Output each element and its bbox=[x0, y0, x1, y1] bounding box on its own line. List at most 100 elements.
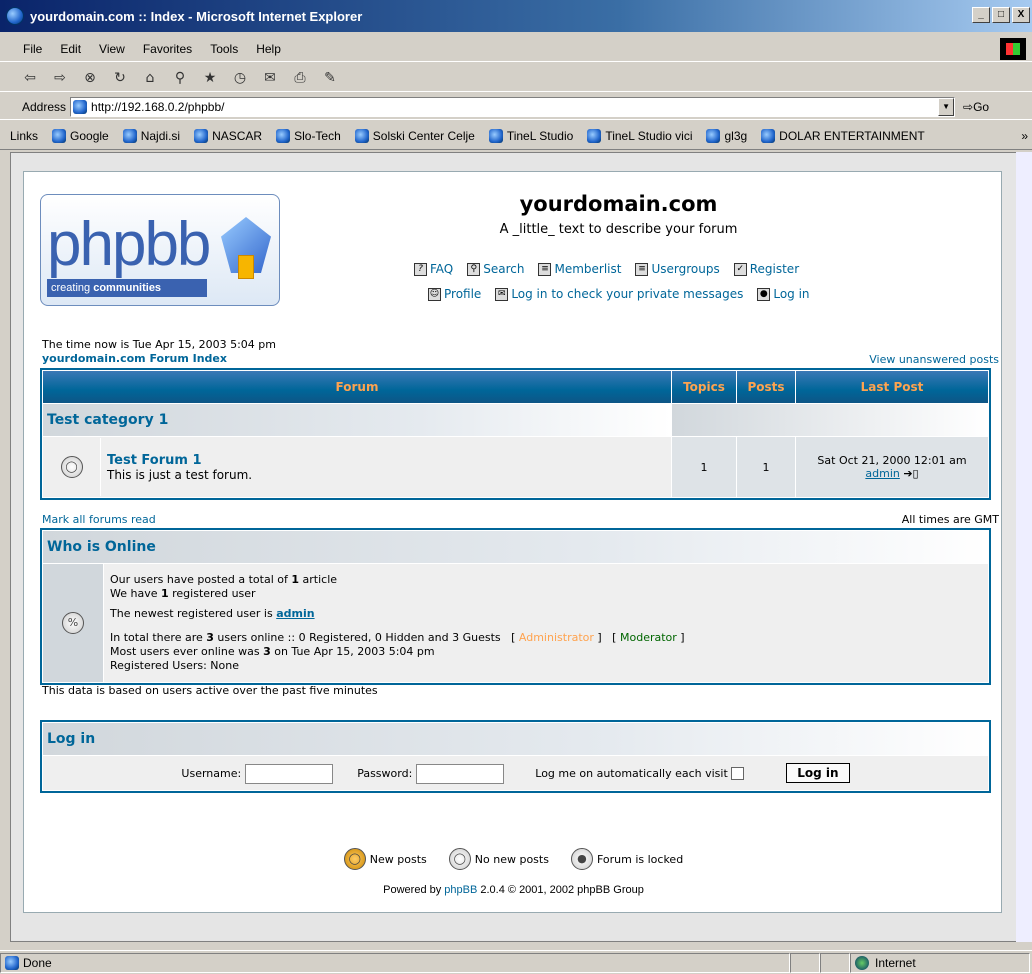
page-icon bbox=[73, 99, 88, 114]
search-icon: ⚲ bbox=[467, 262, 481, 276]
go-button[interactable]: ⇨Go bbox=[963, 100, 989, 114]
who-online-table: Who is Online % Our users have posted a … bbox=[40, 528, 991, 685]
edit-icon[interactable]: ✎ bbox=[320, 70, 340, 86]
address-input[interactable]: http://192.168.0.2/phpbb/ ▼ bbox=[70, 96, 956, 117]
topics-count: 1 bbox=[672, 437, 736, 497]
nav-faq[interactable]: ? FAQ bbox=[414, 262, 453, 276]
minimize-button[interactable]: _ bbox=[972, 7, 990, 23]
forum-name[interactable]: Test Forum 1 bbox=[107, 453, 252, 468]
forum-table: Forum Topics Posts Last Post Test catego… bbox=[40, 368, 991, 500]
powered-by: Powered by phpBB 2.0.4 © 2001, 2002 phpB… bbox=[383, 884, 644, 896]
close-button[interactable]: X bbox=[1012, 7, 1030, 23]
locked-icon: ● bbox=[570, 848, 593, 870]
favorites-icon[interactable]: ★ bbox=[200, 70, 220, 86]
page-icon bbox=[5, 955, 19, 970]
address-dropdown-icon[interactable]: ▼ bbox=[938, 97, 955, 116]
nav-memberlist[interactable]: ≡ Memberlist bbox=[538, 262, 621, 276]
menu-file[interactable]: File bbox=[14, 42, 51, 56]
link-tinel-vici[interactable]: TineL Studio vici bbox=[587, 128, 692, 143]
menu-help[interactable]: Help bbox=[247, 42, 290, 56]
menu-favorites[interactable]: Favorites bbox=[134, 42, 201, 56]
address-url: http://192.168.0.2/phpbb/ bbox=[91, 99, 225, 114]
logo-tagline: creating communities bbox=[47, 279, 207, 297]
nav-pm[interactable]: ✉ Log in to check your private messages bbox=[495, 287, 743, 301]
who-online-icon-cell: % bbox=[43, 564, 103, 682]
last-post-user[interactable]: admin bbox=[865, 467, 899, 480]
timezone-note: All times are GMT bbox=[901, 513, 999, 526]
forum-page: phpbb creating communities yourdomain.co… bbox=[23, 171, 1002, 913]
category-row: Test category 1 bbox=[43, 404, 671, 436]
password-label: Password: bbox=[357, 766, 413, 780]
print-icon[interactable]: ⎙ bbox=[290, 70, 310, 86]
vertical-scrollbar[interactable] bbox=[1016, 152, 1032, 942]
forum-row: ◯ Test Forum 1 This is just a test forum… bbox=[43, 437, 671, 497]
view-latest-post-icon[interactable]: ➔▯ bbox=[903, 467, 918, 480]
nav-login[interactable]: ● Log in bbox=[757, 287, 810, 301]
current-time: The time now is Tue Apr 15, 2003 5:04 pm bbox=[42, 338, 276, 351]
pm-icon: ✉ bbox=[495, 287, 509, 301]
maximize-button[interactable]: □ bbox=[992, 7, 1010, 23]
back-icon[interactable]: ⇦ bbox=[20, 70, 40, 86]
menu-edit[interactable]: Edit bbox=[51, 42, 90, 56]
registered-users: Registered Users: None bbox=[110, 659, 239, 672]
nav-register[interactable]: ✓ Register bbox=[733, 262, 799, 276]
browser-window: yourdomain.com :: Index - Microsoft Inte… bbox=[0, 0, 1032, 974]
unanswered-link[interactable]: View unanswered posts bbox=[869, 353, 999, 366]
menu-view[interactable]: View bbox=[90, 42, 134, 56]
link-gl3g[interactable]: gl3g bbox=[706, 128, 747, 143]
link-solski[interactable]: Solski Center Celje bbox=[354, 128, 475, 143]
nav-usergroups[interactable]: ≡ Usergroups bbox=[635, 262, 720, 276]
login-icon: ● bbox=[757, 287, 771, 301]
col-last-post: Last Post bbox=[796, 371, 988, 403]
legend-new: ◯ New posts bbox=[343, 848, 427, 870]
window-title: yourdomain.com :: Index - Microsoft Inte… bbox=[30, 8, 363, 24]
address-label: Address bbox=[22, 99, 67, 114]
autologin-checkbox[interactable] bbox=[731, 767, 745, 780]
administrator-legend: Administrator bbox=[518, 631, 594, 644]
home-icon[interactable]: ⌂ bbox=[140, 70, 160, 86]
profile-icon: ☺ bbox=[428, 287, 441, 301]
based-on-note: This data is based on users active over … bbox=[42, 684, 378, 697]
mark-read-link[interactable]: Mark all forums read bbox=[42, 513, 156, 526]
newest-user-link[interactable]: admin bbox=[276, 607, 314, 620]
ie-icon bbox=[6, 7, 24, 25]
menu-bar: File Edit View Favorites Tools Help bbox=[0, 36, 1032, 62]
refresh-icon[interactable]: ↻ bbox=[110, 70, 130, 86]
posts-count: 1 bbox=[737, 437, 795, 497]
logo-text: phpbb bbox=[47, 210, 211, 279]
nav-profile[interactable]: ☺ Profile bbox=[428, 287, 481, 301]
new-posts-icon: ◯ bbox=[343, 848, 366, 870]
link-slotech[interactable]: Slo-Tech bbox=[276, 128, 341, 143]
who-online-title[interactable]: Who is Online bbox=[43, 531, 988, 563]
link-google[interactable]: Google bbox=[52, 128, 109, 143]
zone-text: Internet bbox=[875, 955, 916, 970]
page-viewport: phpbb creating communities yourdomain.co… bbox=[10, 152, 1018, 942]
links-label: Links bbox=[10, 128, 39, 143]
category-link[interactable]: Test category 1 bbox=[47, 412, 168, 428]
links-more[interactable]: » bbox=[1021, 129, 1028, 143]
no-new-posts-icon: ◯ bbox=[60, 456, 83, 478]
stop-icon[interactable]: ⊗ bbox=[80, 70, 100, 86]
moderator-legend: Moderator bbox=[619, 631, 677, 644]
login-button[interactable]: Log in bbox=[786, 762, 850, 783]
memberlist-icon: ≡ bbox=[538, 262, 552, 276]
menu-tools[interactable]: Tools bbox=[201, 42, 247, 56]
search-icon[interactable]: ⚲ bbox=[170, 70, 190, 86]
site-title: yourdomain.com bbox=[519, 192, 718, 216]
link-tinel[interactable]: TineL Studio bbox=[488, 128, 573, 143]
link-dolar[interactable]: DOLAR ENTERTAINMENT bbox=[761, 128, 925, 143]
register-icon: ✓ bbox=[733, 262, 747, 276]
title-bar: yourdomain.com :: Index - Microsoft Inte… bbox=[0, 0, 1032, 32]
nav-search[interactable]: ⚲ Search bbox=[467, 262, 524, 276]
windows-logo bbox=[1000, 38, 1026, 60]
username-input[interactable] bbox=[244, 763, 333, 784]
phpbb-link[interactable]: phpBB bbox=[444, 884, 477, 896]
history-icon[interactable]: ◷ bbox=[230, 70, 250, 86]
usergroups-icon: ≡ bbox=[635, 262, 649, 276]
mail-icon[interactable]: ✉ bbox=[260, 70, 280, 86]
forward-icon[interactable]: ⇨ bbox=[50, 70, 70, 86]
link-nascar[interactable]: NASCAR bbox=[194, 128, 262, 143]
forum-index-link[interactable]: yourdomain.com Forum Index bbox=[42, 352, 227, 365]
link-najdi[interactable]: Najdi.si bbox=[122, 128, 180, 143]
password-input[interactable] bbox=[415, 763, 504, 784]
